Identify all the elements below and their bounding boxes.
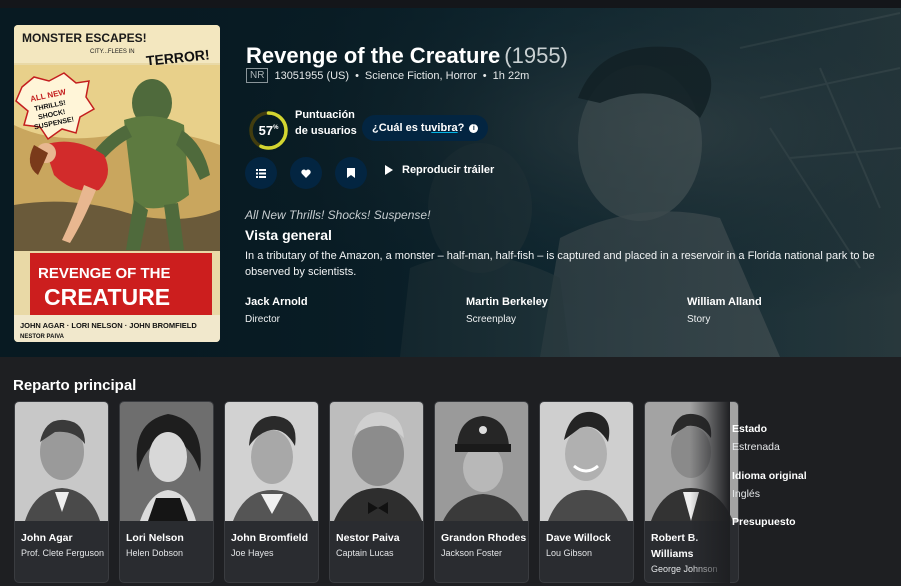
actor-photo: [15, 402, 108, 521]
separator-dot: •: [355, 69, 359, 82]
cast-card[interactable]: John Agar Prof. Clete Ferguson: [14, 401, 109, 583]
crew-name[interactable]: William Alland: [687, 296, 887, 308]
top-navigation-bar: [0, 0, 901, 8]
release-year: (1955): [504, 43, 568, 68]
watchlist-button[interactable]: [335, 157, 367, 189]
fact-label: Estado: [732, 423, 768, 435]
crew-member: William Alland Story: [687, 296, 887, 325]
crew-member: Jack Arnold Director: [245, 296, 445, 325]
certification-badge: NR: [246, 68, 269, 83]
play-icon: [385, 165, 393, 175]
genres[interactable]: Science Fiction, Horror: [365, 70, 477, 82]
movie-header: MONSTER ESCAPES! CITY...FLEES IN TERROR!…: [0, 8, 901, 357]
character-name: Jackson Foster: [441, 548, 503, 558]
list-icon: [256, 168, 266, 178]
actor-name[interactable]: Nestor Paiva: [336, 530, 422, 546]
fact-original-language: Idioma original Inglés: [732, 470, 807, 500]
cast-card[interactable]: Lori Nelson Helen Dobson: [119, 401, 214, 583]
runtime: 1h 22m: [492, 69, 530, 82]
trailer-label: Reproducir tráiler: [402, 164, 495, 176]
crew-job: Story: [687, 314, 711, 325]
vibe-link[interactable]: vibra: [431, 122, 457, 134]
actor-photo: [540, 402, 633, 521]
character-name: Prof. Clete Ferguson: [21, 548, 105, 558]
actor-name[interactable]: John Bromfield: [231, 530, 317, 546]
tagline: All New Thrills! Shocks! Suspense!: [245, 208, 431, 222]
poster-sub-text: CITY...FLEES IN: [90, 49, 135, 55]
cast-card[interactable]: Grandon Rhodes Jackson Foster: [434, 401, 529, 583]
info-icon[interactable]: i: [469, 123, 479, 133]
heart-icon: [301, 169, 311, 178]
fact-status: Estado Estrenada: [732, 423, 780, 453]
character-name: Helen Dobson: [126, 548, 184, 558]
poster-starring-2: NESTOR PAIVA: [20, 334, 65, 340]
play-trailer-button[interactable]: Reproducir tráiler: [385, 164, 494, 176]
crew-name[interactable]: Martin Berkeley: [466, 296, 666, 308]
cast-card[interactable]: Nestor Paiva Captain Lucas: [329, 401, 424, 583]
overview-text: In a tributary of the Amazon, a monster …: [245, 250, 875, 278]
overview-heading: Vista general: [245, 227, 332, 243]
release-date: 13051955 (US): [274, 69, 350, 82]
favorite-button[interactable]: [290, 157, 322, 189]
actor-photo: [225, 402, 318, 521]
fact-label: Presupuesto: [732, 516, 796, 528]
character-name: Lou Gibson: [546, 548, 593, 558]
vibe-prefix: ¿Cuál es tu: [372, 122, 432, 134]
poster-starring: JOHN AGAR · LORI NELSON · JOHN BROMFIELD: [20, 321, 197, 330]
cast-scroll-fade: [690, 398, 730, 586]
character-name: Joe Hayes: [231, 548, 274, 558]
actor-photo: [330, 402, 423, 521]
crew-member: Martin Berkeley Screenplay: [466, 296, 666, 325]
movie-facts: NR 13051955 (US) • Science Fiction, Horr…: [246, 68, 529, 83]
cast-card[interactable]: John Bromfield Joe Hayes: [224, 401, 319, 583]
crew-name[interactable]: Jack Arnold: [245, 296, 445, 308]
score-unit: %: [273, 124, 279, 131]
cast-heading: Reparto principal: [13, 377, 137, 394]
vibe-button[interactable]: ¿Cuál es tu vibra? i: [362, 115, 489, 141]
actor-photo: [120, 402, 213, 521]
fact-value: Estrenada: [732, 441, 780, 453]
poster-top-text: MONSTER ESCAPES!: [22, 31, 147, 45]
poster-title-1: REVENGE OF THE: [38, 265, 171, 282]
user-score-value: 57%: [247, 109, 290, 152]
movie-poster[interactable]: MONSTER ESCAPES! CITY...FLEES IN TERROR!…: [14, 25, 220, 342]
movie-title: Revenge of the Creature (1955): [246, 43, 568, 69]
crew-job: Screenplay: [466, 314, 517, 325]
cast-card[interactable]: Dave Willock Lou Gibson: [539, 401, 634, 583]
title-text[interactable]: Revenge of the Creature: [246, 43, 500, 68]
fact-label: Idioma original: [732, 470, 807, 482]
fact-value: Inglés: [732, 488, 761, 500]
user-score-label: Puntuación de usuarios: [295, 109, 357, 137]
fact-budget: Presupuesto: [732, 516, 796, 534]
poster-title-2: CREATURE: [44, 284, 170, 310]
actor-name[interactable]: John Agar: [21, 530, 107, 546]
actor-name[interactable]: Dave Willock: [546, 530, 632, 546]
crew-job: Director: [245, 314, 281, 325]
actor-name[interactable]: Grandon Rhodes: [441, 530, 527, 546]
character-name: Captain Lucas: [336, 548, 394, 558]
actor-name[interactable]: Lori Nelson: [126, 530, 212, 546]
vibe-suffix: ?: [457, 122, 465, 134]
add-to-list-button[interactable]: [245, 157, 277, 189]
score-number: 57: [258, 123, 274, 138]
bookmark-icon: [347, 168, 355, 178]
separator-dot: •: [482, 69, 487, 82]
actor-photo: [435, 402, 528, 521]
